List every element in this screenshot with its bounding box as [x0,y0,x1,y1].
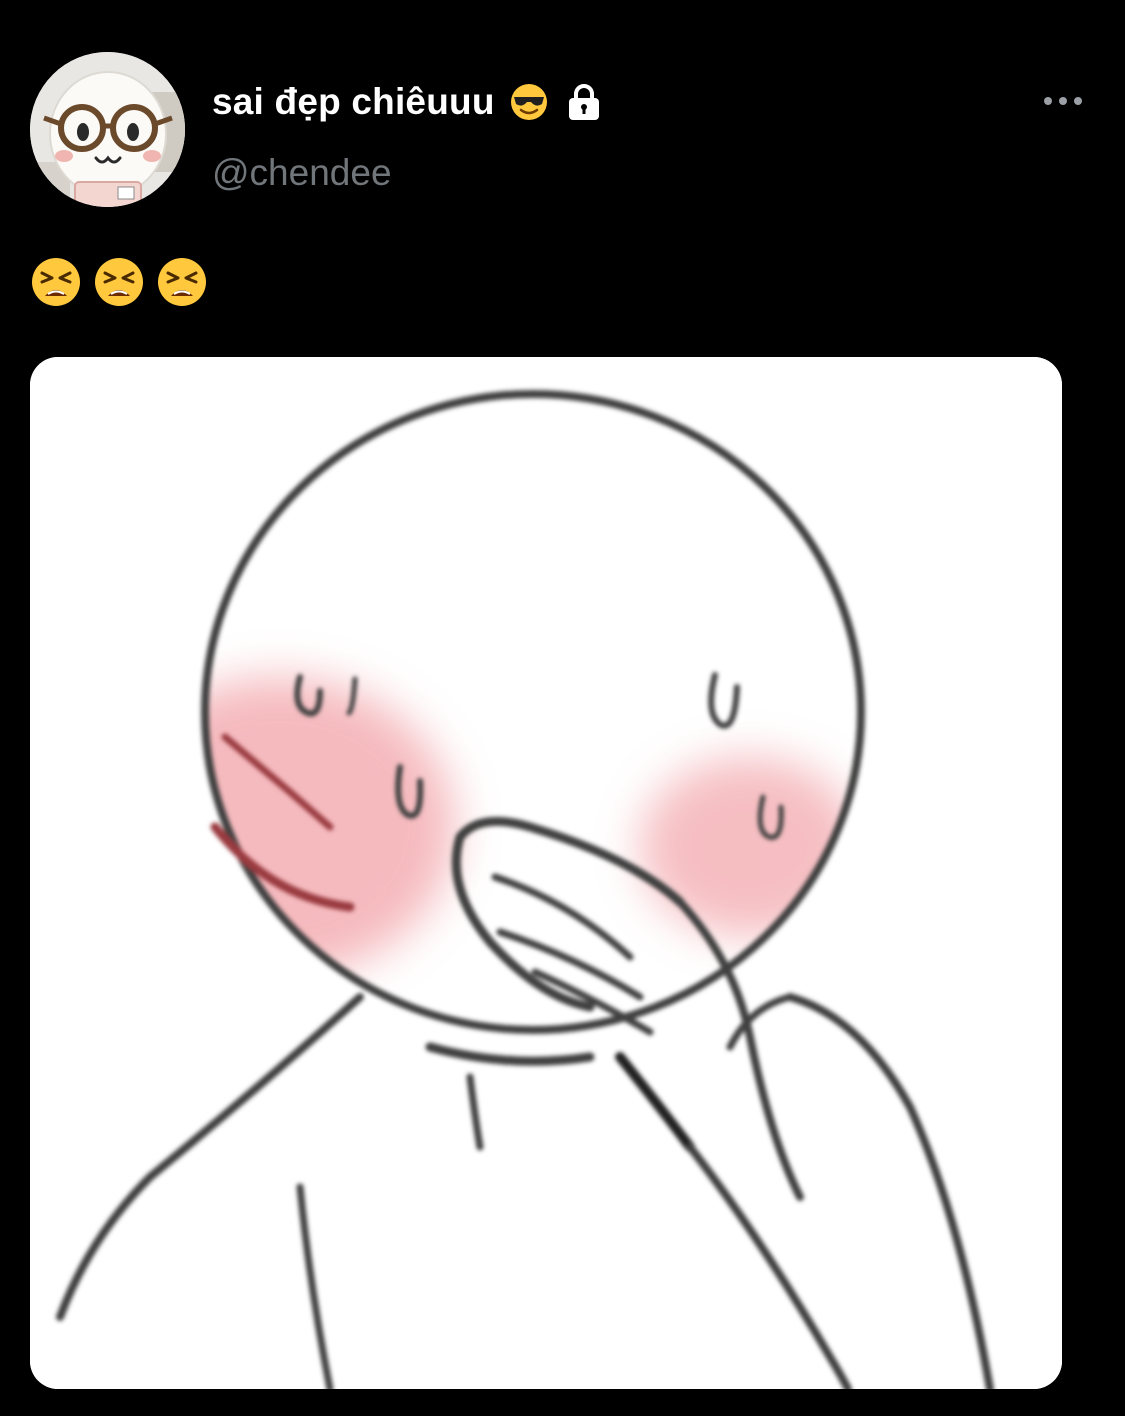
more-options-button[interactable] [1036,84,1090,118]
author-avatar[interactable] [30,52,185,207]
more-options-icon [1044,97,1082,105]
post: sai đẹp chiêuuu 😎 @chendee [0,0,1125,1416]
post-text: 😫😫😫 [30,256,208,308]
author-handle[interactable]: @chendee [212,152,392,194]
author-display-name[interactable]: sai đẹp chiêuuu [212,81,495,123]
plush-avatar-image [30,52,185,207]
blushing-cartoon-covering-mouth-image [30,357,1062,1389]
tired-face-icon [95,258,143,306]
lock-icon [563,81,605,123]
tired-face-icon [32,258,80,306]
author-name-row: sai đẹp chiêuuu 😎 [212,78,605,126]
tired-face-icon [158,258,206,306]
post-media-image[interactable] [30,357,1062,1389]
sunglasses-face-icon: 😎 [509,82,549,122]
